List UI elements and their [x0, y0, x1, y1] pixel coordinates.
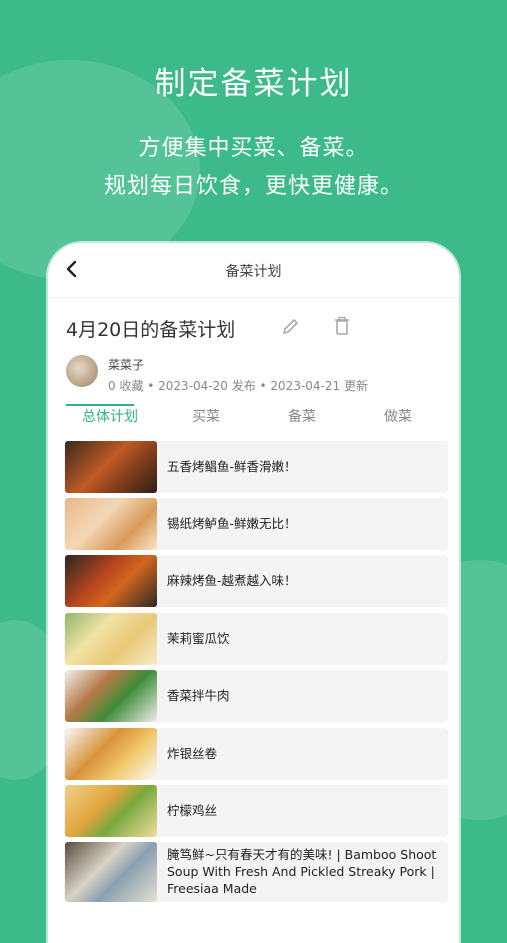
- plan-tabs: 总体计划 买菜 备菜 做菜: [62, 404, 447, 434]
- tab-overall-plan[interactable]: 总体计划: [62, 406, 158, 426]
- plan-title: 4月20日的备菜计划: [66, 319, 236, 341]
- list-item[interactable]: 茉莉蜜瓜饮: [64, 613, 448, 665]
- recipe-thumbnail: [65, 728, 157, 780]
- trash-icon[interactable]: [333, 316, 351, 336]
- author-avatar[interactable]: [66, 355, 98, 387]
- recipe-thumbnail: [65, 670, 157, 722]
- plan-meta: 0 收藏 • 2023-04-20 发布 • 2023-04-21 更新: [108, 379, 368, 393]
- list-item[interactable]: 腌笃鲜~只有春天才有的美味! | Bamboo Shoot Soup With …: [64, 842, 448, 902]
- recipe-title: 香菜拌牛肉: [167, 688, 230, 703]
- tab-cook[interactable]: 做菜: [350, 406, 446, 426]
- promo-subtitle-line-1: 方便集中买菜、备菜。: [138, 136, 369, 161]
- recipe-title: 腌笃鲜~只有春天才有的美味! | Bamboo Shoot Soup With …: [167, 847, 437, 896]
- recipe-title: 炸银丝卷: [167, 746, 218, 761]
- nav-title: 备菜计划: [225, 264, 282, 280]
- recipe-thumbnail: [65, 441, 157, 493]
- recipe-title: 茉莉蜜瓜饮: [167, 631, 230, 646]
- list-item[interactable]: 炸银丝卷: [64, 728, 448, 780]
- recipe-thumbnail: [65, 498, 157, 550]
- recipe-thumbnail: [65, 613, 157, 665]
- list-item[interactable]: 麻辣烤鱼-越煮越入味！: [64, 555, 448, 607]
- recipe-title: 锡纸烤鲈鱼-鲜嫩无比！: [167, 516, 297, 531]
- recipe-title: 五香烤鲳鱼-鲜香滑嫩！: [167, 459, 297, 474]
- recipe-thumbnail: [65, 842, 157, 902]
- phone-screen: 备菜计划 4月20日的备菜计划 菜菜子 0 收藏 • 2023-04-20 发布…: [48, 243, 459, 943]
- list-item[interactable]: 五香烤鲳鱼-鲜香滑嫩！: [64, 441, 448, 493]
- author-name[interactable]: 菜菜子: [108, 356, 144, 373]
- recipe-title: 麻辣烤鱼-越煮越入味！: [167, 573, 297, 588]
- promo-subtitle-line-2: 规划每日饮食，更快更健康。: [103, 174, 403, 199]
- list-item[interactable]: 锡纸烤鲈鱼-鲜嫩无比！: [64, 498, 448, 550]
- recipe-thumbnail: [65, 555, 157, 607]
- nav-bar: 备菜计划: [48, 243, 459, 298]
- list-item[interactable]: 香菜拌牛肉: [64, 670, 448, 722]
- recipe-title: 柠檬鸡丝: [167, 803, 218, 818]
- list-item[interactable]: 柠檬鸡丝: [64, 785, 448, 837]
- tab-prep[interactable]: 备菜: [254, 406, 350, 426]
- recipe-thumbnail: [65, 785, 157, 837]
- tab-buy[interactable]: 买菜: [158, 406, 254, 426]
- edit-pencil-icon[interactable]: [281, 316, 301, 336]
- promo-title: 制定备菜计划: [154, 66, 353, 102]
